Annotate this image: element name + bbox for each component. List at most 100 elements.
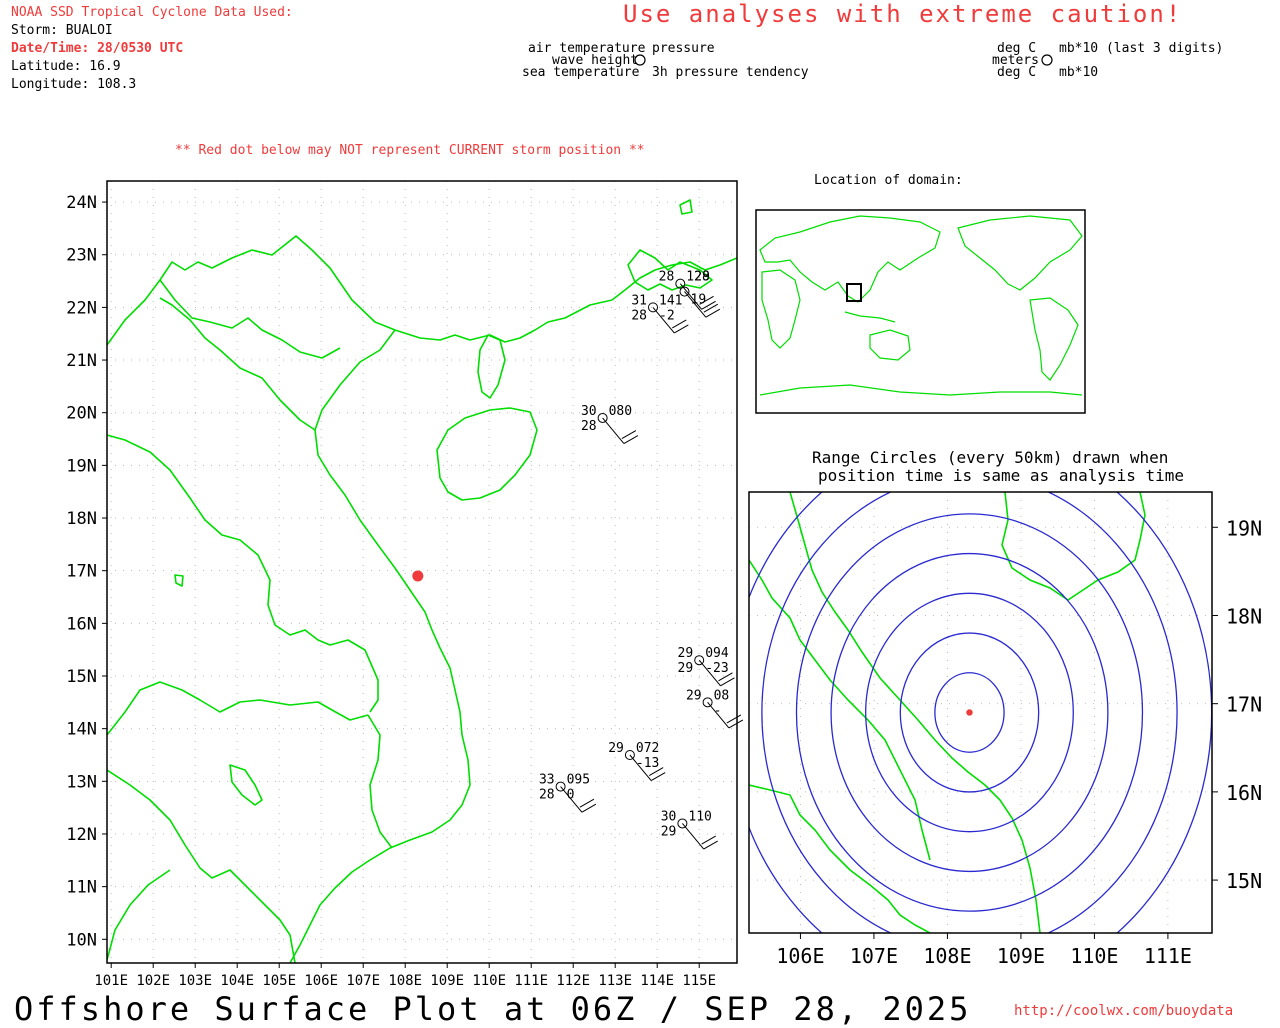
lon-label: 105E — [262, 973, 296, 989]
range-lat-label: 18N — [1226, 604, 1262, 628]
station-air-temp: 33 — [539, 773, 555, 788]
range-lat-label: 17N — [1226, 693, 1262, 717]
storm-position-dot — [412, 570, 424, 582]
legend-unit-circle-icon — [1041, 54, 1053, 66]
station-plots: 28 128293128141-21930280802929094-2329 08-… — [539, 270, 744, 850]
station-air-temp: 29 — [686, 688, 702, 703]
lat-label: 13N — [66, 772, 97, 792]
lat-label: 21N — [66, 351, 97, 371]
station-air-temp: 29 — [678, 646, 694, 661]
station-pressure: 094 — [705, 646, 729, 661]
station-air-temp: 31 — [631, 293, 647, 308]
lake-tonle-sap — [229, 764, 263, 806]
main-map: 24N 23N 22N 21N 20N 19N 18N 17N 16N 15N 14N 13N 12N 1… — [66, 180, 744, 989]
station-tendency: 19 — [691, 293, 707, 308]
range-map-lat-labels: 19N 18N 17N 16N 15N — [1212, 516, 1262, 893]
lat-label: 16N — [66, 614, 97, 634]
main-map-lat-labels: 24N 23N 22N 21N 20N 19N 18N 17N 16N 15N 14N 13N 12N 1… — [66, 193, 107, 950]
station-tendency: -13 — [636, 756, 659, 771]
range-border-laos — [749, 559, 931, 861]
lat-label: 18N — [66, 509, 97, 529]
station-plot: 3028 080 — [581, 404, 639, 445]
border-laos-north — [159, 279, 341, 359]
range-lon-label: 106E — [776, 944, 824, 968]
lat-label: 19N — [66, 456, 97, 476]
lat-label: 23N — [66, 246, 97, 266]
location-inset-map — [755, 209, 1086, 414]
station-plot: 33280950 — [539, 773, 597, 813]
lat-label: 10N — [66, 930, 97, 950]
legend-station-circle-icon — [634, 54, 646, 66]
lon-label: 111E — [514, 973, 548, 989]
coastline-vietnam-east — [289, 329, 471, 963]
lat-label: 15N — [66, 667, 97, 687]
coastline-indochina — [107, 235, 737, 346]
lon-label: 101E — [94, 973, 128, 989]
lat-label: 20N — [66, 404, 97, 424]
station-plot: 29 072-13 — [608, 741, 666, 782]
station-pressure: 08 — [714, 688, 730, 703]
lat-label: 12N — [66, 825, 97, 845]
island-small-2 — [174, 574, 184, 587]
wind-barb-staff — [602, 417, 625, 444]
range-storm-dot — [966, 709, 973, 716]
border-laos-west — [107, 434, 379, 713]
lon-label: 106E — [304, 973, 338, 989]
lon-label: 109E — [430, 973, 464, 989]
lat-label: 17N — [66, 562, 97, 582]
coastline-leizhou — [477, 334, 506, 399]
station-air-temp: 28 — [659, 270, 675, 285]
island-small-1 — [679, 199, 693, 215]
range-map-lon-labels: 106E 107E 108E 109E 110E 111E — [776, 933, 1192, 968]
lon-label: 102E — [136, 973, 170, 989]
station-plot: 29 08- — [686, 688, 744, 729]
station-sea-temp: 29 — [678, 661, 694, 676]
lon-label: 104E — [220, 973, 254, 989]
range-lat-label: 16N — [1226, 781, 1262, 805]
lon-label: 113E — [598, 973, 632, 989]
station-pressure: 072 — [636, 741, 659, 756]
range-lat-label: 19N — [1226, 516, 1262, 540]
lon-label: 103E — [178, 973, 212, 989]
station-tendency: -2 — [659, 308, 675, 323]
station-sea-temp: 29 — [661, 824, 677, 839]
lon-label: 107E — [346, 973, 380, 989]
range-coastline-hainan — [1001, 492, 1146, 601]
station-air-temp: 30 — [581, 404, 597, 419]
lat-label: 24N — [66, 193, 97, 213]
coastline-thai-gulf — [107, 769, 296, 963]
station-plot: 3029 110 — [661, 809, 718, 850]
inset-frame — [755, 209, 1086, 414]
station-sea-temp: 28 — [581, 419, 597, 434]
coastline-thailand-south — [107, 869, 171, 961]
station-air-temp: 29 — [608, 741, 624, 756]
range-circle-map: 19N 18N 17N 16N 15N 106E 107E 108E 109E 110E 111E — [748, 491, 1262, 968]
station-tendency: -23 — [705, 661, 728, 676]
station-pressure: 095 — [567, 773, 590, 788]
range-lat-label: 15N — [1226, 869, 1262, 893]
lat-label: 14N — [66, 720, 97, 740]
coastline-hainan — [436, 407, 538, 501]
lon-label: 108E — [388, 973, 422, 989]
station-plot: 2929 094-23 — [678, 646, 735, 687]
range-lon-label: 110E — [1070, 944, 1118, 968]
station-pressure: 141 — [659, 293, 682, 308]
map-graphics: 24N 23N 22N 21N 20N 19N 18N 17N 16N 15N 14N 13N 12N 1… — [66, 54, 1262, 989]
main-map-lon-labels: 101E 102E 103E 104E 105E 106E 107E 108E 109E 110E… — [94, 963, 716, 989]
station-air-temp: 30 — [661, 809, 677, 824]
station-sea-temp: 28 — [539, 788, 555, 803]
range-border-cambodia — [749, 784, 931, 933]
range-lon-label: 109E — [997, 944, 1045, 968]
station-sea-temp: 28 — [631, 308, 647, 323]
station-plot: 3128 141-2 — [631, 293, 689, 334]
range-lon-label: 107E — [850, 944, 898, 968]
lon-label: 110E — [472, 973, 506, 989]
range-lon-label: 111E — [1144, 944, 1192, 968]
station-pressure: 080 — [609, 404, 632, 419]
lon-label: 115E — [682, 973, 716, 989]
lat-label: 11N — [66, 878, 97, 898]
lat-label: 22N — [66, 298, 97, 318]
range-map-coastlines — [749, 492, 1146, 933]
station-pressure: 110 — [688, 809, 711, 824]
wind-barb-staff — [682, 823, 705, 850]
